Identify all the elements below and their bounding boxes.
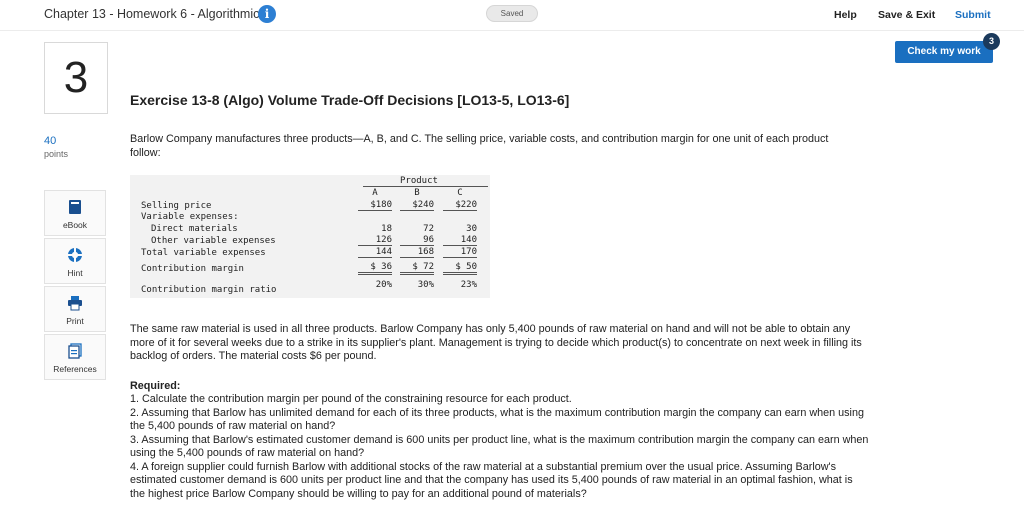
required-item: 2. Assuming that Barlow has unlimited de…	[130, 406, 864, 433]
print-button[interactable]: Print	[44, 286, 106, 332]
required-heading: Required:	[130, 380, 181, 392]
required-list: 1. Calculate the contribution margin per…	[130, 393, 870, 501]
col-header-c: C	[457, 188, 463, 198]
references-button[interactable]: References	[44, 334, 106, 380]
check-my-work-button[interactable]: Check my work	[895, 41, 993, 63]
printer-icon	[45, 295, 105, 311]
check-attempts-badge: 3	[983, 33, 1000, 50]
save-exit-link[interactable]: Save & Exit	[878, 9, 935, 21]
required-item: 1. Calculate the contribution margin per…	[130, 393, 572, 405]
points-value: 40	[44, 135, 57, 147]
cell-value: 96	[400, 235, 434, 246]
book-icon	[45, 199, 105, 215]
references-label: References	[53, 364, 97, 374]
top-bar: Chapter 13 - Homework 6 - Algorithmic i …	[0, 0, 1024, 31]
row-label: Selling price	[141, 201, 212, 211]
cell-value: 30	[466, 224, 477, 234]
saved-status: Saved	[486, 5, 538, 22]
exercise-paragraph: The same raw material is used in all thr…	[130, 323, 862, 362]
cell-value: 144	[358, 247, 392, 258]
row-label: Direct materials	[151, 224, 238, 234]
lifebuoy-icon	[45, 247, 105, 263]
ebook-button[interactable]: eBook	[44, 190, 106, 236]
cell-value: $ 72	[400, 262, 434, 275]
cell-value: 23%	[460, 280, 477, 290]
cell-value: 18	[381, 224, 392, 234]
document-icon	[45, 343, 105, 359]
row-label: Contribution margin ratio	[141, 285, 277, 295]
row-label: Total variable expenses	[141, 248, 266, 258]
row-label: Contribution margin	[141, 264, 244, 274]
cell-value: $180	[358, 200, 392, 211]
header-rule	[363, 186, 488, 187]
cell-value: 20%	[375, 280, 392, 290]
exercise-intro: Barlow Company manufactures three produc…	[130, 133, 829, 159]
required-item: 4. A foreign supplier could furnish Barl…	[130, 460, 853, 500]
question-number-box: 3	[44, 42, 108, 114]
cell-value: $240	[400, 200, 434, 211]
cell-value: 170	[443, 247, 477, 258]
row-label: Other variable expenses	[151, 236, 276, 246]
cell-value: 126	[358, 235, 392, 246]
cell-value: $220	[443, 200, 477, 211]
hint-button[interactable]: Hint	[44, 238, 106, 284]
exercise-title: Exercise 13-8 (Algo) Volume Trade-Off De…	[130, 92, 570, 108]
hint-label: Hint	[67, 268, 83, 278]
cell-value: 30%	[417, 280, 434, 290]
question-number: 3	[63, 53, 89, 102]
ebook-label: eBook	[62, 220, 88, 230]
cell-value: $ 50	[443, 262, 477, 275]
info-icon[interactable]: i	[258, 5, 276, 23]
points-label: points	[44, 149, 69, 159]
product-data-table: Product A B C Selling price $180 $240 $2…	[130, 175, 490, 298]
row-label: Variable expenses:	[141, 212, 239, 222]
assignment-title: Chapter 13 - Homework 6 - Algorithmic	[44, 7, 260, 21]
col-header-a: A	[372, 188, 378, 198]
col-header-b: B	[414, 188, 420, 198]
submit-link[interactable]: Submit	[955, 9, 991, 21]
cell-value: 72	[423, 224, 434, 234]
cell-value: 140	[443, 235, 477, 246]
cell-value: $ 36	[358, 262, 392, 275]
cell-value: 168	[400, 247, 434, 258]
help-link[interactable]: Help	[834, 9, 857, 21]
required-item: 3. Assuming that Barlow's estimated cust…	[130, 433, 869, 460]
print-label: Print	[66, 316, 84, 326]
table-group-header: Product	[400, 176, 438, 186]
